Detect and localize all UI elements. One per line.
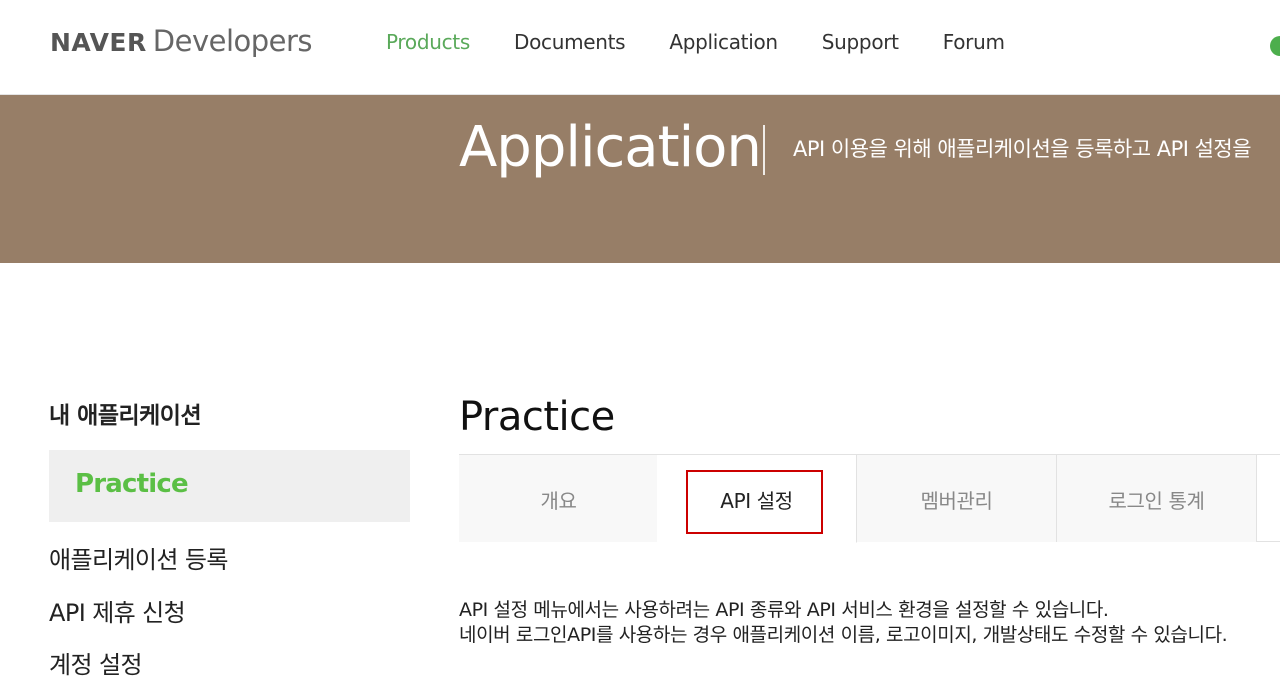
nav-documents[interactable]: Documents — [514, 30, 626, 54]
status-check-icon[interactable] — [1270, 36, 1280, 56]
page-title: Practice — [459, 394, 615, 440]
banner-description: API 이용을 위해 애플리케이션을 등록하고 API 설정을 — [793, 137, 1252, 161]
nav-forum[interactable]: Forum — [943, 30, 1005, 54]
sidebar-item-register-app[interactable]: 애플리케이션 등록 — [49, 540, 228, 575]
api-settings-description: API 설정 메뉴에서는 사용하려는 API 종류와 API 서비스 환경을 설… — [459, 598, 1228, 648]
top-header: NAVER Developers Products Documents Appl… — [0, 0, 1280, 95]
main-nav: Products Documents Application Support F… — [386, 30, 1049, 54]
sidebar-item-practice[interactable]: Practice — [49, 450, 410, 522]
sidebar-item-label: Practice — [75, 469, 189, 499]
naver-developers-logo[interactable]: NAVER Developers — [50, 24, 313, 64]
tab-member-management[interactable]: 멤버관리 — [857, 455, 1057, 542]
tab-label: 로그인 통계 — [1108, 489, 1205, 513]
sidebar-item-api-partnership[interactable]: API 제휴 신청 — [49, 593, 186, 628]
description-line: API 설정 메뉴에서는 사용하려는 API 종류와 API 서비스 환경을 설… — [459, 599, 1109, 621]
banner-title: Application — [459, 115, 762, 180]
tab-label: 개요 — [540, 489, 577, 513]
logo-developers-text: Developers — [152, 24, 313, 58]
tab-api-settings[interactable]: API 설정 — [657, 455, 857, 543]
tab-label: 멤버관리 — [920, 489, 993, 513]
tab-login-statistics[interactable]: 로그인 통계 — [1057, 455, 1257, 542]
tab-label: API 설정 — [720, 489, 793, 513]
nav-application[interactable]: Application — [669, 30, 778, 54]
nav-products[interactable]: Products — [386, 30, 470, 54]
sidebar-heading: 내 애플리케이션 — [49, 403, 202, 429]
banner-divider — [763, 125, 765, 175]
page-banner: Application API 이용을 위해 애플리케이션을 등록하고 API … — [0, 95, 1280, 263]
sidebar-item-account-settings[interactable]: 계정 설정 — [49, 645, 143, 680]
nav-support[interactable]: Support — [822, 30, 899, 54]
app-tabs: 개요 API 설정 멤버관리 로그인 통계 — [459, 454, 1280, 543]
description-line: 네이버 로그인API를 사용하는 경우 애플리케이션 이름, 로고이미지, 개발… — [459, 624, 1228, 646]
logo-naver-text: NAVER — [50, 28, 147, 57]
tab-overview[interactable]: 개요 — [459, 455, 659, 542]
